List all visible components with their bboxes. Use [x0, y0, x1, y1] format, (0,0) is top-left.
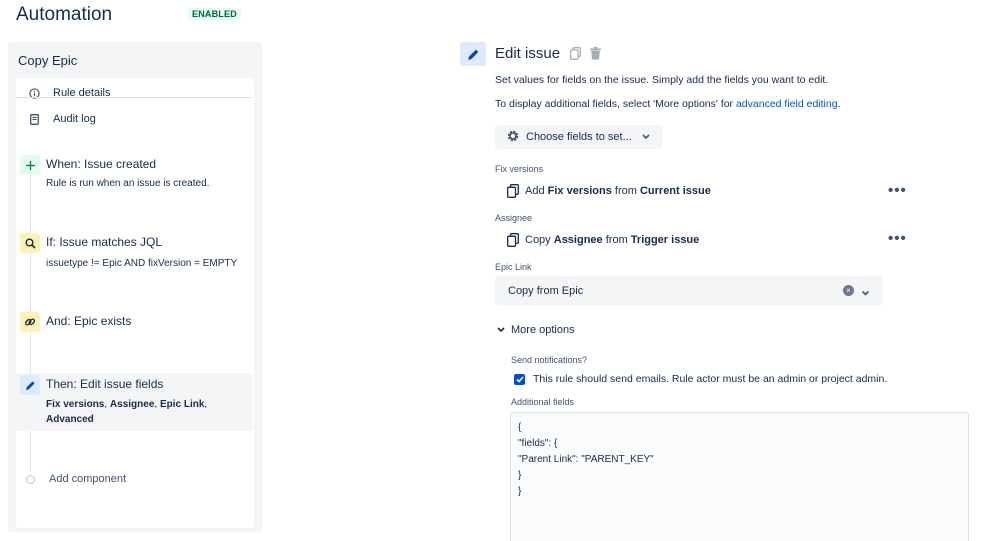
- trigger-step-desc: Rule is run when an issue is created.: [46, 178, 210, 189]
- editor-description-more: To display additional fields, select 'Mo…: [495, 98, 841, 110]
- plus-icon: [20, 155, 40, 175]
- send-notifications-text: This rule should send emails. Rule actor…: [533, 373, 888, 385]
- choose-fields-button[interactable]: Choose fields to set...: [495, 125, 662, 149]
- chevron-down-icon: [497, 324, 505, 336]
- more-options-label: More options: [511, 324, 575, 336]
- copy-icon: [507, 233, 519, 247]
- fix-versions-label: Fix versions: [495, 164, 544, 174]
- audit-log-link[interactable]: Audit log: [28, 113, 96, 125]
- field-chip: Epic Link: [159, 399, 205, 410]
- advanced-field-editing-link[interactable]: advanced field editing: [736, 98, 838, 110]
- gear-icon: [506, 129, 520, 146]
- assignee-value[interactable]: Copy Assignee from Trigger issue: [507, 233, 699, 247]
- epic-link-select[interactable]: Copy from Epic: [495, 276, 883, 305]
- send-notifications-checkbox[interactable]: [514, 373, 525, 385]
- audit-log-label: Audit log: [53, 113, 96, 125]
- page-title: Automation: [16, 4, 113, 25]
- assignee-label: Assignee: [495, 213, 533, 223]
- additional-fields-textarea[interactable]: { "fields": { "Parent Link": "PARENT_KEY…: [510, 412, 969, 541]
- search-icon: [20, 233, 40, 253]
- trigger-step-title: When: Issue created: [46, 157, 157, 171]
- editor-tools: [568, 46, 602, 60]
- status-badge: ENABLED: [188, 8, 241, 20]
- link-icon: [20, 312, 40, 332]
- edit-fields-title: Then: Edit issue fields: [46, 377, 164, 391]
- field-chip: Assignee: [109, 399, 155, 410]
- assignee-more-icon[interactable]: •••: [888, 231, 907, 246]
- add-component-label: Add component: [49, 473, 127, 485]
- copy-icon: [507, 184, 519, 198]
- field-chip: Advanced: [46, 414, 94, 425]
- pencil-icon: [460, 42, 486, 66]
- document-icon: [28, 113, 40, 125]
- check-icon: [515, 375, 524, 383]
- rule-name: Copy Epic: [18, 53, 78, 68]
- sidebar-divider: [16, 97, 252, 98]
- editor-description: Set values for fields on the issue. Simp…: [495, 74, 829, 86]
- rule-components-card: Rule details Audit log: [16, 78, 254, 528]
- more-options-toggle[interactable]: More options: [497, 324, 575, 336]
- epic-link-value: Copy from Epic: [508, 284, 584, 297]
- field-chip: Fix versions: [46, 399, 105, 410]
- send-notifications-row: This rule should send emails. Rule actor…: [514, 373, 887, 385]
- rule-sidebar: Copy Epic Rule details Audit log: [8, 42, 262, 532]
- jql-condition-desc: issuetype != Epic AND fixVersion = EMPTY: [46, 258, 238, 269]
- edit-fields-list: Fix versions, Assignee, Epic Link, Advan…: [46, 399, 208, 425]
- choose-fields-label: Choose fields to set...: [526, 131, 632, 143]
- chevron-down-icon: [642, 131, 650, 143]
- chevron-down-icon[interactable]: [861, 284, 870, 302]
- trash-icon[interactable]: [588, 46, 602, 60]
- pencil-icon: [20, 375, 40, 395]
- editor-title: Edit issue: [495, 45, 561, 62]
- epic-exists-title: And: Epic exists: [46, 314, 132, 328]
- clear-icon[interactable]: ×: [843, 285, 854, 296]
- send-notifications-label: Send notifications?: [511, 355, 588, 365]
- add-component-button[interactable]: Add component: [26, 473, 126, 485]
- additional-fields-label: Additional fields: [511, 397, 575, 407]
- copy-icon[interactable]: [568, 46, 582, 60]
- circle-icon: [26, 474, 35, 484]
- jql-condition-title: If: Issue matches JQL: [46, 235, 163, 249]
- epic-link-label: Epic Link: [495, 262, 532, 272]
- fix-versions-more-icon[interactable]: •••: [888, 183, 907, 198]
- fix-versions-value[interactable]: Add Fix versions from Current issue: [507, 184, 711, 198]
